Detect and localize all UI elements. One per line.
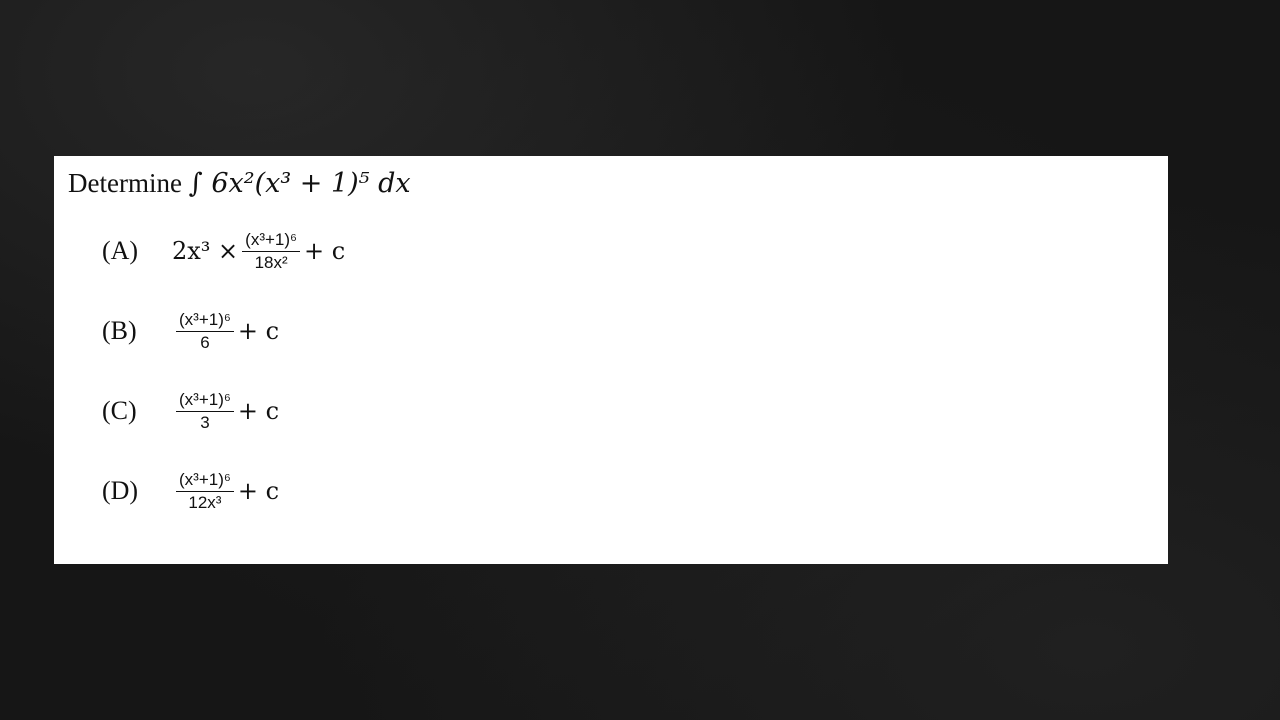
- fraction-denominator: 6: [200, 332, 210, 352]
- question-prefix: Determine: [68, 168, 182, 198]
- option-label: (C): [102, 396, 137, 425]
- option-fraction: (x³+1)⁶ 18x²: [242, 229, 301, 274]
- option-a[interactable]: (A) 2x³ × (x³+1)⁶ 18x² + c: [102, 220, 345, 282]
- fraction-numerator: (x³+1)⁶: [176, 389, 234, 412]
- option-c[interactable]: (C) (x³+1)⁶ 3 + c: [102, 380, 279, 442]
- fraction-denominator: 3: [200, 412, 210, 432]
- question-expression: ∫ 6x²(x³ + 1)⁵ dx: [188, 168, 411, 199]
- option-d[interactable]: (D) (x³+1)⁶ 12x³ + c: [102, 460, 279, 522]
- option-b[interactable]: (B) (x³+1)⁶ 6 + c: [102, 300, 279, 362]
- option-constant: + c: [237, 317, 280, 345]
- option-label: (A): [102, 236, 139, 265]
- fraction-denominator: 12x³: [188, 492, 222, 512]
- option-label: (B): [102, 316, 137, 345]
- fraction-denominator: 18x²: [254, 252, 288, 272]
- option-pre-term: 2x³ ×: [172, 237, 239, 265]
- option-label: (D): [102, 476, 139, 505]
- fraction-numerator: (x³+1)⁶: [176, 469, 234, 492]
- fraction-numerator: (x³+1)⁶: [176, 309, 234, 332]
- option-constant: + c: [304, 237, 346, 265]
- option-fraction: (x³+1)⁶ 6: [176, 309, 234, 354]
- option-constant: + c: [237, 397, 280, 425]
- question-panel: Determine ∫ 6x²(x³ + 1)⁵ dx (A) 2x³ × (x…: [54, 156, 1168, 564]
- question-text: Determine ∫ 6x²(x³ + 1)⁵ dx: [68, 166, 411, 201]
- option-fraction: (x³+1)⁶ 3: [176, 389, 234, 434]
- option-constant: + c: [237, 477, 280, 505]
- fraction-numerator: (x³+1)⁶: [242, 229, 301, 252]
- option-fraction: (x³+1)⁶ 12x³: [176, 469, 234, 514]
